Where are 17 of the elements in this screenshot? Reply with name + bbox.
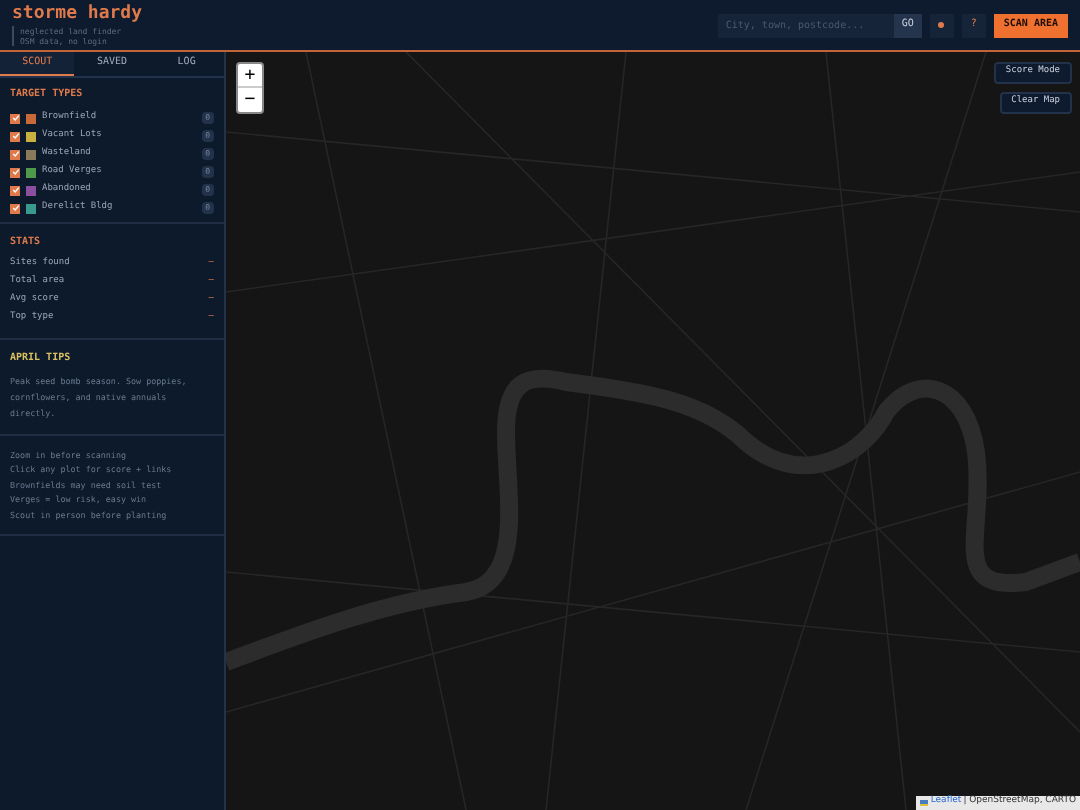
zoom-out-button[interactable]: − — [238, 88, 262, 112]
checkbox[interactable] — [10, 167, 20, 177]
check-icon — [11, 204, 19, 212]
checkbox[interactable] — [10, 131, 20, 141]
check-icon — [11, 168, 19, 176]
checkbox[interactable] — [10, 149, 20, 159]
check-icon — [11, 132, 19, 140]
check-icon — [11, 186, 19, 194]
zoom-in-button[interactable]: + — [238, 64, 262, 88]
theme-button[interactable] — [929, 13, 954, 37]
check-icon — [11, 114, 19, 122]
checkbox[interactable] — [10, 203, 20, 213]
flag-icon — [920, 800, 929, 806]
check-icon — [11, 150, 19, 158]
checkbox[interactable] — [10, 185, 20, 195]
app-title: storme hardy — [12, 4, 143, 24]
checkbox[interactable] — [10, 113, 20, 123]
